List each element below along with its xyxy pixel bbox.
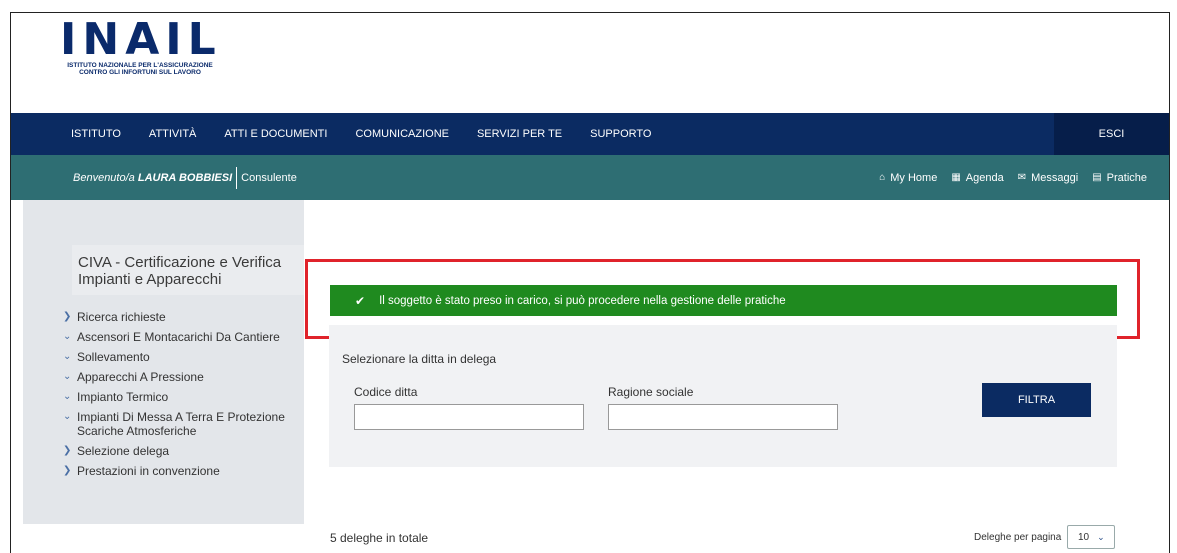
divider	[236, 166, 238, 189]
logo-subtitle: ISTITUTO NAZIONALE PER L'ASSICURAZIONE C…	[60, 62, 220, 76]
per-page-label: Deleghe per pagina	[974, 532, 1062, 543]
sidebar-item-label: Apparecchi A Pressione	[77, 370, 204, 384]
filter-panel: Selezionare la ditta in delega Codice di…	[329, 325, 1117, 467]
alert-message: Il soggetto è stato preso in carico, si …	[379, 294, 786, 307]
logo-subtitle-line2: CONTRO GLI INFORTUNI SUL LAVORO	[79, 69, 201, 76]
nav-istituto[interactable]: ISTITUTO	[71, 128, 121, 140]
sidebar-item-label: Impianto Termico	[77, 390, 169, 404]
my-home-link[interactable]: ⌂ My Home	[879, 172, 937, 184]
sidebar-title: CIVA - Certificazione e Verifica Impiant…	[78, 254, 282, 288]
sidebar-item-ascensori[interactable]: ⌄ Ascensori E Montacarichi Da Cantiere	[63, 330, 303, 344]
welcome-text: Benvenuto/a LAURA BOBBIESI	[73, 172, 232, 184]
nav-attivita[interactable]: ATTIVITÀ	[149, 128, 196, 140]
quick-links: ⌂ My Home ▦ Agenda ✉ Messaggi ▤ Pratiche	[879, 172, 1147, 184]
user-role: Consulente	[241, 171, 297, 184]
filtra-button[interactable]: FILTRA	[982, 383, 1091, 417]
agenda-label: Agenda	[965, 171, 1004, 184]
nav-atti-documenti[interactable]: ATTI E DOCUMENTI	[224, 128, 327, 140]
ragione-sociale-label: Ragione sociale	[608, 385, 694, 399]
codice-ditta-input[interactable]	[354, 404, 584, 430]
per-page-value: 10	[1078, 531, 1090, 543]
chevron-right-icon: ❯	[63, 311, 72, 322]
sidebar-item-label: Impianti Di Messa A Terra E Protezione S…	[77, 410, 285, 438]
chevron-down-icon: ⌄	[63, 351, 72, 362]
chevron-down-icon: ⌄	[63, 391, 72, 402]
sidebar-title-box: CIVA - Certificazione e Verifica Impiant…	[72, 245, 304, 295]
results-count: 5 deleghe in totale	[330, 531, 429, 545]
check-icon: ✔	[355, 293, 366, 308]
nav-servizi-per-te[interactable]: SERVIZI PER TE	[477, 128, 562, 140]
logo-subtitle-line1: ISTITUTO NAZIONALE PER L'ASSICURAZIONE	[67, 62, 213, 69]
ragione-sociale-input[interactable]	[608, 404, 838, 430]
chevron-down-icon: ⌄	[1097, 531, 1105, 542]
chevron-right-icon: ❯	[63, 445, 72, 456]
chevron-down-icon: ⌄	[63, 331, 72, 342]
nav-supporto[interactable]: SUPPORTO	[590, 128, 651, 140]
calendar-icon: ▦	[951, 172, 961, 183]
pratiche-link[interactable]: ▤ Pratiche	[1092, 172, 1147, 184]
inail-logo: INAIL	[60, 14, 222, 65]
sidebar-menu: ❯ Ricerca richieste ⌄ Ascensori E Montacar…	[63, 310, 303, 484]
sidebar-item-label: Selezione delega	[77, 444, 170, 458]
per-page-select[interactable]: 10 ⌄	[1067, 525, 1115, 549]
messaggi-link[interactable]: ✉ Messaggi	[1018, 172, 1078, 184]
user-name: LAURA BOBBIESI	[137, 171, 233, 184]
pratiche-label: Pratiche	[1106, 171, 1147, 184]
sidebar-item-label: Prestazioni in convenzione	[77, 464, 220, 478]
sidebar-item-impianto-termico[interactable]: ⌄ Impianto Termico	[63, 390, 303, 404]
nav-comunicazione[interactable]: COMUNICAZIONE	[355, 128, 449, 140]
header-logo[interactable]: INAIL ISTITUTO NAZIONALE PER L'ASSICURAZ…	[60, 14, 222, 77]
sidebar-item-label: Ascensori E Montacarichi Da Cantiere	[77, 330, 280, 344]
logout-button[interactable]: ESCI	[1054, 113, 1169, 155]
welcome-prefix: Benvenuto/a	[73, 171, 135, 184]
folder-icon: ▤	[1092, 172, 1102, 183]
agenda-link[interactable]: ▦ Agenda	[951, 172, 1003, 184]
chevron-down-icon: ⌄	[63, 371, 72, 382]
top-navigation: ISTITUTO ATTIVITÀ ATTI E DOCUMENTI COMUN…	[11, 113, 1169, 155]
filter-title: Selezionare la ditta in delega	[342, 352, 497, 366]
sidebar-item-apparecchi-pressione[interactable]: ⌄ Apparecchi A Pressione	[63, 370, 303, 384]
sidebar-item-label: Ricerca richieste	[77, 310, 166, 324]
sidebar-item-impianti-messa-terra[interactable]: ⌄ Impianti Di Messa A Terra E Protezione …	[63, 410, 303, 438]
sidebar-item-ricerca-richieste[interactable]: ❯ Ricerca richieste	[63, 310, 303, 324]
sidebar-item-sollevamento[interactable]: ⌄ Sollevamento	[63, 350, 303, 364]
sidebar-item-selezione-delega[interactable]: ❯ Selezione delega	[63, 444, 303, 458]
success-alert: ✔ Il soggetto è stato preso in carico, s…	[330, 285, 1117, 316]
chevron-right-icon: ❯	[63, 465, 72, 476]
home-icon: ⌂	[879, 172, 886, 183]
chevron-down-icon: ⌄	[63, 411, 72, 422]
sidebar-item-label: Sollevamento	[77, 350, 150, 364]
my-home-label: My Home	[890, 171, 938, 184]
messaggi-label: Messaggi	[1031, 171, 1079, 184]
envelope-icon: ✉	[1017, 172, 1027, 183]
user-bar: Benvenuto/a LAURA BOBBIESI Consulente ⌂ …	[11, 155, 1169, 200]
sidebar-item-prestazioni-convenzione[interactable]: ❯ Prestazioni in convenzione	[63, 464, 303, 478]
codice-ditta-label: Codice ditta	[354, 385, 418, 399]
sidebar: CIVA - Certificazione e Verifica Impiant…	[23, 200, 304, 524]
